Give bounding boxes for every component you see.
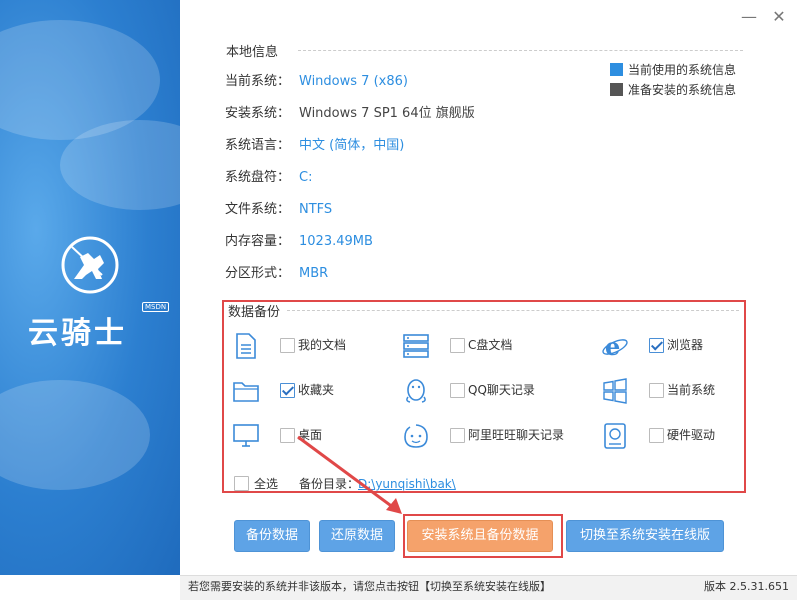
info-row: 安装系统： Windows 7 SP1 64位 旗舰版 [225,104,475,124]
restore-data-button[interactable]: 还原数据 [319,520,395,552]
my-documents-checkbox[interactable] [280,338,295,353]
version-label: 版本 2.5.31.651 [704,580,789,593]
info-label: 内存容量： [225,234,291,249]
info-label: 文件系统： [225,202,291,217]
windows-icon [603,378,627,404]
legend-target-label: 准备安装的系统信息 [628,83,737,97]
info-row: 分区形式： MBR [225,264,328,284]
backup-item-wangwang[interactable]: 阿里旺旺聊天记录 [402,422,592,448]
info-value: MBR [299,266,329,281]
backup-data-button[interactable]: 备份数据 [234,520,310,552]
divider [298,50,743,51]
server-icon [403,334,429,358]
info-label: 分区形式： [225,266,291,281]
backup-item-browser[interactable]: e 浏览器 [601,332,741,360]
favorites-checkbox[interactable] [280,383,295,398]
info-label: 安装系统： [225,106,291,121]
divider [287,310,739,311]
info-row: 文件系统： NTFS [225,200,332,220]
info-row: 系统盘符： C: [225,168,312,188]
desktop-checkbox[interactable] [280,428,295,443]
backup-item-current-system[interactable]: 当前系统 [601,377,741,404]
install-and-backup-button[interactable]: 安装系统且备份数据 [407,520,553,552]
qq-checkbox[interactable] [450,383,465,398]
status-bar: 若您需要安装的系统并非该版本，请您点击按钮【切换至系统安装在线版】 版本 2.5… [180,575,797,600]
backup-dir-label: 备份目录： [299,477,360,491]
my-documents-label: 我的文档 [298,338,347,352]
backup-dir-link[interactable]: D:\yunqishi\bak\ [358,477,456,492]
hardware-icon [604,423,626,449]
info-label: 当前系统： [225,74,291,89]
info-value: Windows 7 (x86) [299,74,408,89]
info-row: 当前系统： Windows 7 (x86) [225,72,408,92]
ie-browser-icon: e [602,332,628,360]
info-value: 中文 (简体，中国) [299,138,405,153]
brand-panel: 云骑士 MSDN [0,0,180,575]
drivers-checkbox[interactable] [649,428,664,443]
wangwang-checkbox[interactable] [450,428,465,443]
current-system-label: 当前系统 [667,383,716,397]
drivers-label: 硬件驱动 [667,428,716,442]
info-label: 系统语言： [225,138,291,153]
legend-current: 当前使用的系统信息 [610,61,736,78]
document-icon [236,333,256,359]
legend-target-swatch [610,83,623,96]
wangwang-label: 阿里旺旺聊天记录 [468,428,565,442]
close-button[interactable]: ✕ [768,8,790,28]
monitor-icon [233,424,259,447]
data-backup-title: 数据备份 [228,305,281,320]
qq-label: QQ聊天记录 [468,383,535,397]
legend-target: 准备安装的系统信息 [610,81,736,98]
qq-penguin-icon [406,379,426,403]
info-row: 内存容量： 1023.49MB [225,232,373,252]
backup-item-favorites[interactable]: 收藏夹 [232,377,392,403]
info-label: 系统盘符： [225,170,291,185]
select-all-label: 全选 [254,477,279,491]
switch-online-button[interactable]: 切换至系统安装在线版 [566,520,724,552]
wangwang-icon [404,424,428,448]
c-docs-checkbox[interactable] [450,338,465,353]
backup-item-drivers[interactable]: 硬件驱动 [601,422,741,449]
browser-checkbox[interactable] [649,338,664,353]
folder-icon [233,382,259,402]
legend-current-swatch [610,63,623,76]
info-value: C: [299,170,313,185]
legend-current-label: 当前使用的系统信息 [628,63,737,77]
msdn-badge: MSDN [142,302,170,312]
knight-logo-icon [61,236,119,294]
minimize-button[interactable]: — [738,8,760,28]
footer-hint: 若您需要安装的系统并非该版本，请您点击按钮【切换至系统安装在线版】 [188,580,551,593]
select-all-checkbox[interactable] [234,476,249,491]
browser-label: 浏览器 [667,338,704,352]
info-row: 系统语言： 中文 (简体，中国) [225,136,404,156]
brand-name: 云骑士 [28,316,127,351]
backup-item-my-documents[interactable]: 我的文档 [232,332,392,359]
favorites-label: 收藏夹 [298,383,335,397]
backup-item-c-docs[interactable]: C盘文档 [402,332,582,358]
current-system-checkbox[interactable] [649,383,664,398]
info-value: NTFS [299,202,333,217]
info-value: Windows 7 SP1 64位 旗舰版 [299,106,475,121]
desktop-label: 桌面 [298,428,323,442]
cloud-decoration [0,380,150,490]
backup-item-desktop[interactable]: 桌面 [232,422,392,448]
c-docs-label: C盘文档 [468,338,513,352]
backup-item-qq[interactable]: QQ聊天记录 [402,377,582,403]
local-info-title: 本地信息 [226,45,279,60]
info-value: 1023.49MB [299,234,373,249]
